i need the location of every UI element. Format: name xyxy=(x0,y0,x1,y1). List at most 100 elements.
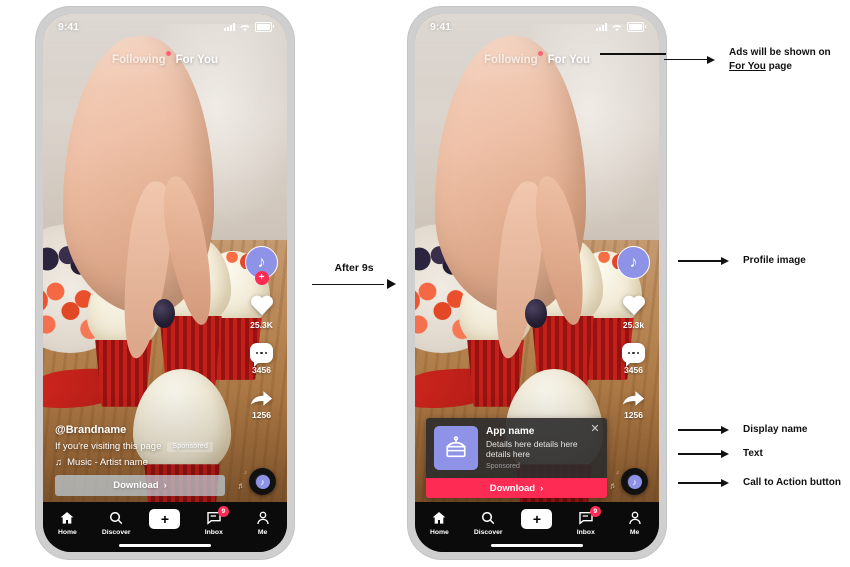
share-arrow-icon xyxy=(249,388,274,408)
nav-label-home-2: Home xyxy=(429,529,449,536)
nav-item-discover-2[interactable]: Discover xyxy=(466,509,510,536)
tab-following[interactable]: Following xyxy=(111,51,171,66)
nav-label-home: Home xyxy=(57,529,77,536)
music-note-icon: ♫ xyxy=(55,457,63,468)
transition-label: After 9s xyxy=(334,262,374,274)
nav-item-discover[interactable]: Discover xyxy=(94,509,138,536)
avatar[interactable]: ♪ + xyxy=(245,246,278,285)
annotation-line xyxy=(664,58,708,61)
chevron-right-icon: › xyxy=(163,480,167,491)
battery-icon xyxy=(255,22,274,32)
comment-button[interactable]: 3456 xyxy=(250,343,273,375)
action-rail-2: ♪ 25.3k 3456 1256 xyxy=(617,246,650,420)
person-icon xyxy=(627,509,643,526)
wifi-icon xyxy=(612,24,622,31)
cta-download-button[interactable]: Download › xyxy=(55,475,225,496)
status-bar-2: 9:41 xyxy=(415,14,659,40)
annotation-cta-label: Call to Action button xyxy=(743,477,841,488)
nav-item-home-2[interactable]: Home xyxy=(417,509,461,536)
annotation-ads-line1: Ads will be shown on xyxy=(729,47,831,58)
notification-dot-icon xyxy=(165,51,171,56)
comment-button-2[interactable]: 3456 xyxy=(622,343,645,375)
annotation-profile-label: Profile image xyxy=(743,255,806,266)
cellular-signal-icon xyxy=(596,23,607,31)
annotation-cta-button: Call to Action button xyxy=(678,476,841,490)
arrow-head-icon xyxy=(721,449,729,458)
tiktok-note-icon: ♪ xyxy=(257,253,266,271)
comment-bubble-icon xyxy=(250,343,273,367)
leader-line-foryou xyxy=(600,53,666,55)
share-button-2[interactable]: 1256 xyxy=(621,388,646,420)
status-time-2: 9:41 xyxy=(430,21,452,33)
music-disc-button-2[interactable]: ♪ xyxy=(621,468,648,495)
arrow-head-icon xyxy=(721,425,729,434)
tab-following-2[interactable]: Following xyxy=(483,51,543,66)
music-row[interactable]: ♫ Music - Artist name xyxy=(55,457,225,468)
create-plus-icon: + xyxy=(146,509,184,529)
home-icon xyxy=(431,509,447,526)
tab-following-label-2: Following xyxy=(483,54,538,66)
nav-item-home[interactable]: Home xyxy=(45,509,89,536)
ad-card: App name Details here details here detai… xyxy=(426,417,607,498)
comment-bubble-icon xyxy=(622,343,645,367)
nav-label-discover: Discover xyxy=(101,529,131,536)
inbox-badge-2: 9 xyxy=(589,506,601,517)
bottom-nav: Home Discover + 9 Inbox Me xyxy=(43,502,287,552)
like-button-2[interactable]: 25.3k xyxy=(622,296,646,330)
share-button[interactable]: 1256 xyxy=(249,388,274,420)
person-icon xyxy=(255,509,271,526)
like-count-2: 25.3k xyxy=(622,320,645,330)
annotation-ads-line2-post: page xyxy=(765,60,792,72)
brand-handle[interactable]: @Brandname xyxy=(55,424,225,436)
nav-item-inbox[interactable]: 9 Inbox xyxy=(192,506,236,536)
top-tabs-2: Following For You xyxy=(415,51,659,66)
search-icon xyxy=(108,509,124,526)
heart-icon xyxy=(250,296,274,318)
annotation-profile-image: Profile image xyxy=(678,254,806,268)
ad-card-body: App name Details here details here detai… xyxy=(426,417,607,478)
tab-for-you[interactable]: For You xyxy=(176,54,218,66)
annotation-ads-line2-underlined: For You xyxy=(729,60,766,72)
annotation-line xyxy=(678,453,722,455)
music-label: Music - Artist name xyxy=(67,457,148,468)
nav-item-me-2[interactable]: Me xyxy=(613,509,657,536)
tiktok-note-icon: ♪ xyxy=(629,253,638,271)
caption-block: @Brandname If you're visiting this page … xyxy=(55,424,225,496)
nav-item-create[interactable]: + xyxy=(143,509,187,529)
like-button[interactable]: 25.3K xyxy=(250,296,274,330)
ad-description-text: Details here details here details here xyxy=(486,438,578,460)
phone-screen: 9:41 Following For You ♪ + 25.3K 3456 12… xyxy=(43,14,287,552)
tiktok-note-icon: ♪ xyxy=(255,474,270,489)
tab-for-you-2[interactable]: For You xyxy=(548,54,590,66)
nav-item-me[interactable]: Me xyxy=(241,509,285,536)
home-indicator-2 xyxy=(491,543,583,547)
annotation-text-label: Text xyxy=(743,448,763,459)
battery-icon xyxy=(627,22,646,32)
home-indicator xyxy=(119,543,211,547)
heart-icon xyxy=(622,296,646,318)
music-disc-button[interactable]: ♪ xyxy=(249,468,276,495)
nav-label-inbox-2: Inbox xyxy=(576,529,595,536)
arrow-head-icon xyxy=(707,55,715,64)
notification-dot-icon xyxy=(537,51,543,56)
phone-organic-view: 9:41 Following For You ♪ + 25.3K 3456 12… xyxy=(36,7,294,559)
annotation-display-name-label: Display name xyxy=(743,424,808,435)
avatar-2[interactable]: ♪ xyxy=(617,246,650,279)
transition-block: After 9s xyxy=(312,262,396,289)
follow-button[interactable]: + xyxy=(254,271,269,285)
nav-label-me: Me xyxy=(257,529,268,536)
bottom-nav-2: Home Discover + 9 Inbox Me xyxy=(415,502,659,552)
nav-item-create-2[interactable]: + xyxy=(515,509,559,529)
phone-ad-card-view: 9:41 Following For You ♪ 25.3k 3456 1256… xyxy=(408,7,666,559)
nav-item-inbox-2[interactable]: 9 Inbox xyxy=(564,506,608,536)
cta-label-2: Download xyxy=(489,482,536,494)
phone-screen-2: 9:41 Following For You ♪ 25.3k 3456 1256… xyxy=(415,14,659,552)
share-arrow-icon xyxy=(621,388,646,408)
nav-label-me-2: Me xyxy=(629,529,640,536)
tab-following-label: Following xyxy=(111,54,166,66)
status-bar: 9:41 xyxy=(43,14,287,40)
cta-download-button-2[interactable]: Download › xyxy=(426,478,607,498)
chevron-right-icon: › xyxy=(540,482,544,494)
cta-label: Download xyxy=(113,480,159,491)
close-icon[interactable]: ✕ xyxy=(590,423,600,435)
